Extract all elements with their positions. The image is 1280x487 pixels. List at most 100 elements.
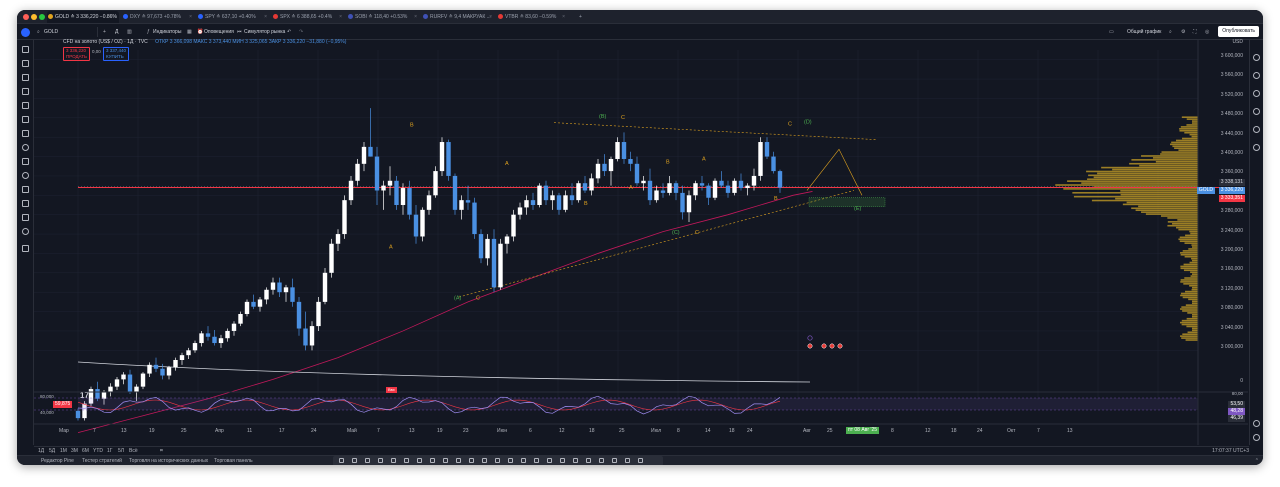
trash-icon[interactable] (22, 245, 29, 252)
range-button[interactable]: 5Д (49, 448, 55, 454)
brush-icon[interactable] (22, 116, 29, 123)
trading-panel-tab[interactable]: Торговая панель (214, 458, 253, 464)
draw-tool-icon[interactable] (508, 458, 513, 463)
draw-tool-icon[interactable] (391, 458, 396, 463)
tab-close-icon[interactable]: × (562, 11, 565, 23)
calendar-icon[interactable] (1253, 126, 1260, 133)
eye-icon[interactable] (22, 228, 29, 235)
sell-button[interactable]: 3 336,220 ПРОДАТЬ (63, 47, 90, 61)
range-button[interactable]: 3М (71, 448, 78, 454)
alerts-button[interactable]: Оповещения (204, 27, 234, 37)
draw-tool-icon[interactable] (599, 458, 604, 463)
watchlist-icon[interactable] (1253, 54, 1260, 61)
draw-tool-icon[interactable] (573, 458, 578, 463)
replay-icon[interactable]: ⏮ (237, 27, 242, 37)
chat-icon[interactable] (1253, 90, 1260, 97)
text-icon[interactable] (22, 130, 29, 137)
browser-tab[interactable]: VTBR ≙ 83,60 −0.59% × (497, 11, 567, 23)
zoom-in-icon[interactable] (22, 172, 29, 179)
draw-tool-icon[interactable] (404, 458, 409, 463)
draw-tool-icon[interactable] (560, 458, 565, 463)
browser-tab[interactable]: DXY ≙ 97,673 +0.78% × (122, 11, 194, 23)
browser-tab[interactable]: SPX ≙ 6 388,65 +0.4% × (272, 11, 344, 23)
draw-tool-icon[interactable] (417, 458, 422, 463)
bar-replay-tab[interactable]: Торговля на исторических данных (129, 458, 208, 464)
alerts-panel-icon[interactable] (1253, 72, 1260, 79)
search-icon[interactable]: ⌕ (37, 27, 40, 37)
draw-tool-icon[interactable] (534, 458, 539, 463)
redo-icon[interactable]: ↷ (299, 27, 303, 37)
pine-editor-tab[interactable]: Редактор Pine (41, 458, 74, 464)
settings-icon[interactable]: ⚙ (1181, 27, 1185, 37)
undo-icon[interactable]: ↶ (287, 27, 291, 37)
calendar-range-icon[interactable]: ⌗ (160, 448, 163, 454)
close-window-icon[interactable] (23, 14, 29, 20)
draw-tool-icon[interactable] (365, 458, 370, 463)
tab-close-icon[interactable]: × (189, 11, 192, 23)
quick-search-icon[interactable]: ⌕ (1169, 27, 1172, 37)
range-button[interactable]: Всё (129, 448, 138, 454)
tab-close-icon[interactable]: × (489, 11, 492, 23)
draw-tool-icon[interactable] (638, 458, 643, 463)
browser-tab[interactable]: GOLD ≙ 3 336,220 −0.86% × (47, 11, 119, 23)
screenshot-icon[interactable]: ◎ (1205, 27, 1209, 37)
strategy-tester-tab[interactable]: Тестер стратегий (82, 458, 122, 464)
range-button[interactable]: 6М (82, 448, 89, 454)
indicators-button[interactable]: Индикаторы (153, 27, 181, 37)
layout-name[interactable]: Общий график (1127, 27, 1161, 37)
fullscreen-icon[interactable]: ⛶ (1193, 27, 1197, 37)
chart-canvas[interactable]: (A) C (B) C (C) C (D) C (E) B A A B A B A B 17 (34, 40, 1249, 445)
news-icon[interactable] (1253, 108, 1260, 115)
tab-close-icon[interactable]: × (114, 11, 117, 23)
draw-tool-icon[interactable] (547, 458, 552, 463)
browser-tab[interactable]: SPY ≙ 637,10 +0.40% × (197, 11, 269, 23)
lock-drawing-icon[interactable] (22, 200, 29, 207)
browser-tab[interactable]: SOBI ≙ 118,40 +0.53% × (347, 11, 419, 23)
draw-tool-icon[interactable] (469, 458, 474, 463)
fib-icon[interactable] (22, 74, 29, 81)
maximize-window-icon[interactable] (39, 14, 45, 20)
range-button[interactable]: 1Д (38, 448, 44, 454)
ideas-icon[interactable] (1253, 144, 1260, 151)
ruler-icon[interactable] (22, 158, 29, 165)
range-button[interactable]: 1Г (107, 448, 113, 454)
indicators-icon[interactable]: ƒ (147, 27, 150, 37)
draw-tool-icon[interactable] (482, 458, 487, 463)
logo-icon[interactable] (21, 28, 30, 37)
draw-tool-icon[interactable] (456, 458, 461, 463)
draw-tool-icon[interactable] (521, 458, 526, 463)
currency-label[interactable]: USD (1232, 39, 1243, 45)
chart-type-icon[interactable]: ▥ (127, 27, 132, 37)
collapse-panel-icon[interactable]: ⌃ (1255, 458, 1259, 464)
range-button[interactable]: 1М (60, 448, 67, 454)
symbol-search[interactable]: GOLD (44, 27, 58, 37)
publish-button[interactable]: Опубликовать (1218, 26, 1259, 37)
magnet-icon[interactable] (22, 186, 29, 193)
pattern-icon[interactable] (22, 88, 29, 95)
tab-close-icon[interactable]: × (414, 11, 417, 23)
icon-tool-icon[interactable] (22, 144, 29, 151)
minimize-window-icon[interactable] (31, 14, 37, 20)
range-button[interactable]: YTD (93, 448, 103, 454)
draw-tool-icon[interactable] (443, 458, 448, 463)
notifications-icon[interactable] (1253, 420, 1260, 427)
templates-icon[interactable]: ▦ (187, 27, 192, 37)
alert-icon[interactable]: ⏰ (197, 27, 203, 37)
draw-tool-icon[interactable] (586, 458, 591, 463)
tab-close-icon[interactable]: × (264, 11, 267, 23)
help-icon[interactable] (1253, 434, 1260, 441)
draw-tool-icon[interactable] (339, 458, 344, 463)
draw-tool-icon[interactable] (625, 458, 630, 463)
new-tab-button[interactable]: + (577, 11, 587, 23)
add-symbol-icon[interactable]: + (103, 27, 106, 37)
prediction-icon[interactable] (22, 102, 29, 109)
crosshair-icon[interactable] (22, 46, 29, 53)
buy-button[interactable]: 3 337,440 КУПИТЬ (103, 47, 130, 61)
clock-label[interactable]: 17:07:37 UTC+3 (1212, 448, 1249, 454)
draw-tool-icon[interactable] (612, 458, 617, 463)
tab-close-icon[interactable]: × (339, 11, 342, 23)
draw-tool-icon[interactable] (495, 458, 500, 463)
browser-tab[interactable]: RURFV ≙ 9,4 МАКРУАК ... × (422, 11, 494, 23)
draw-tool-icon[interactable] (378, 458, 383, 463)
lock-icon[interactable] (22, 214, 29, 221)
